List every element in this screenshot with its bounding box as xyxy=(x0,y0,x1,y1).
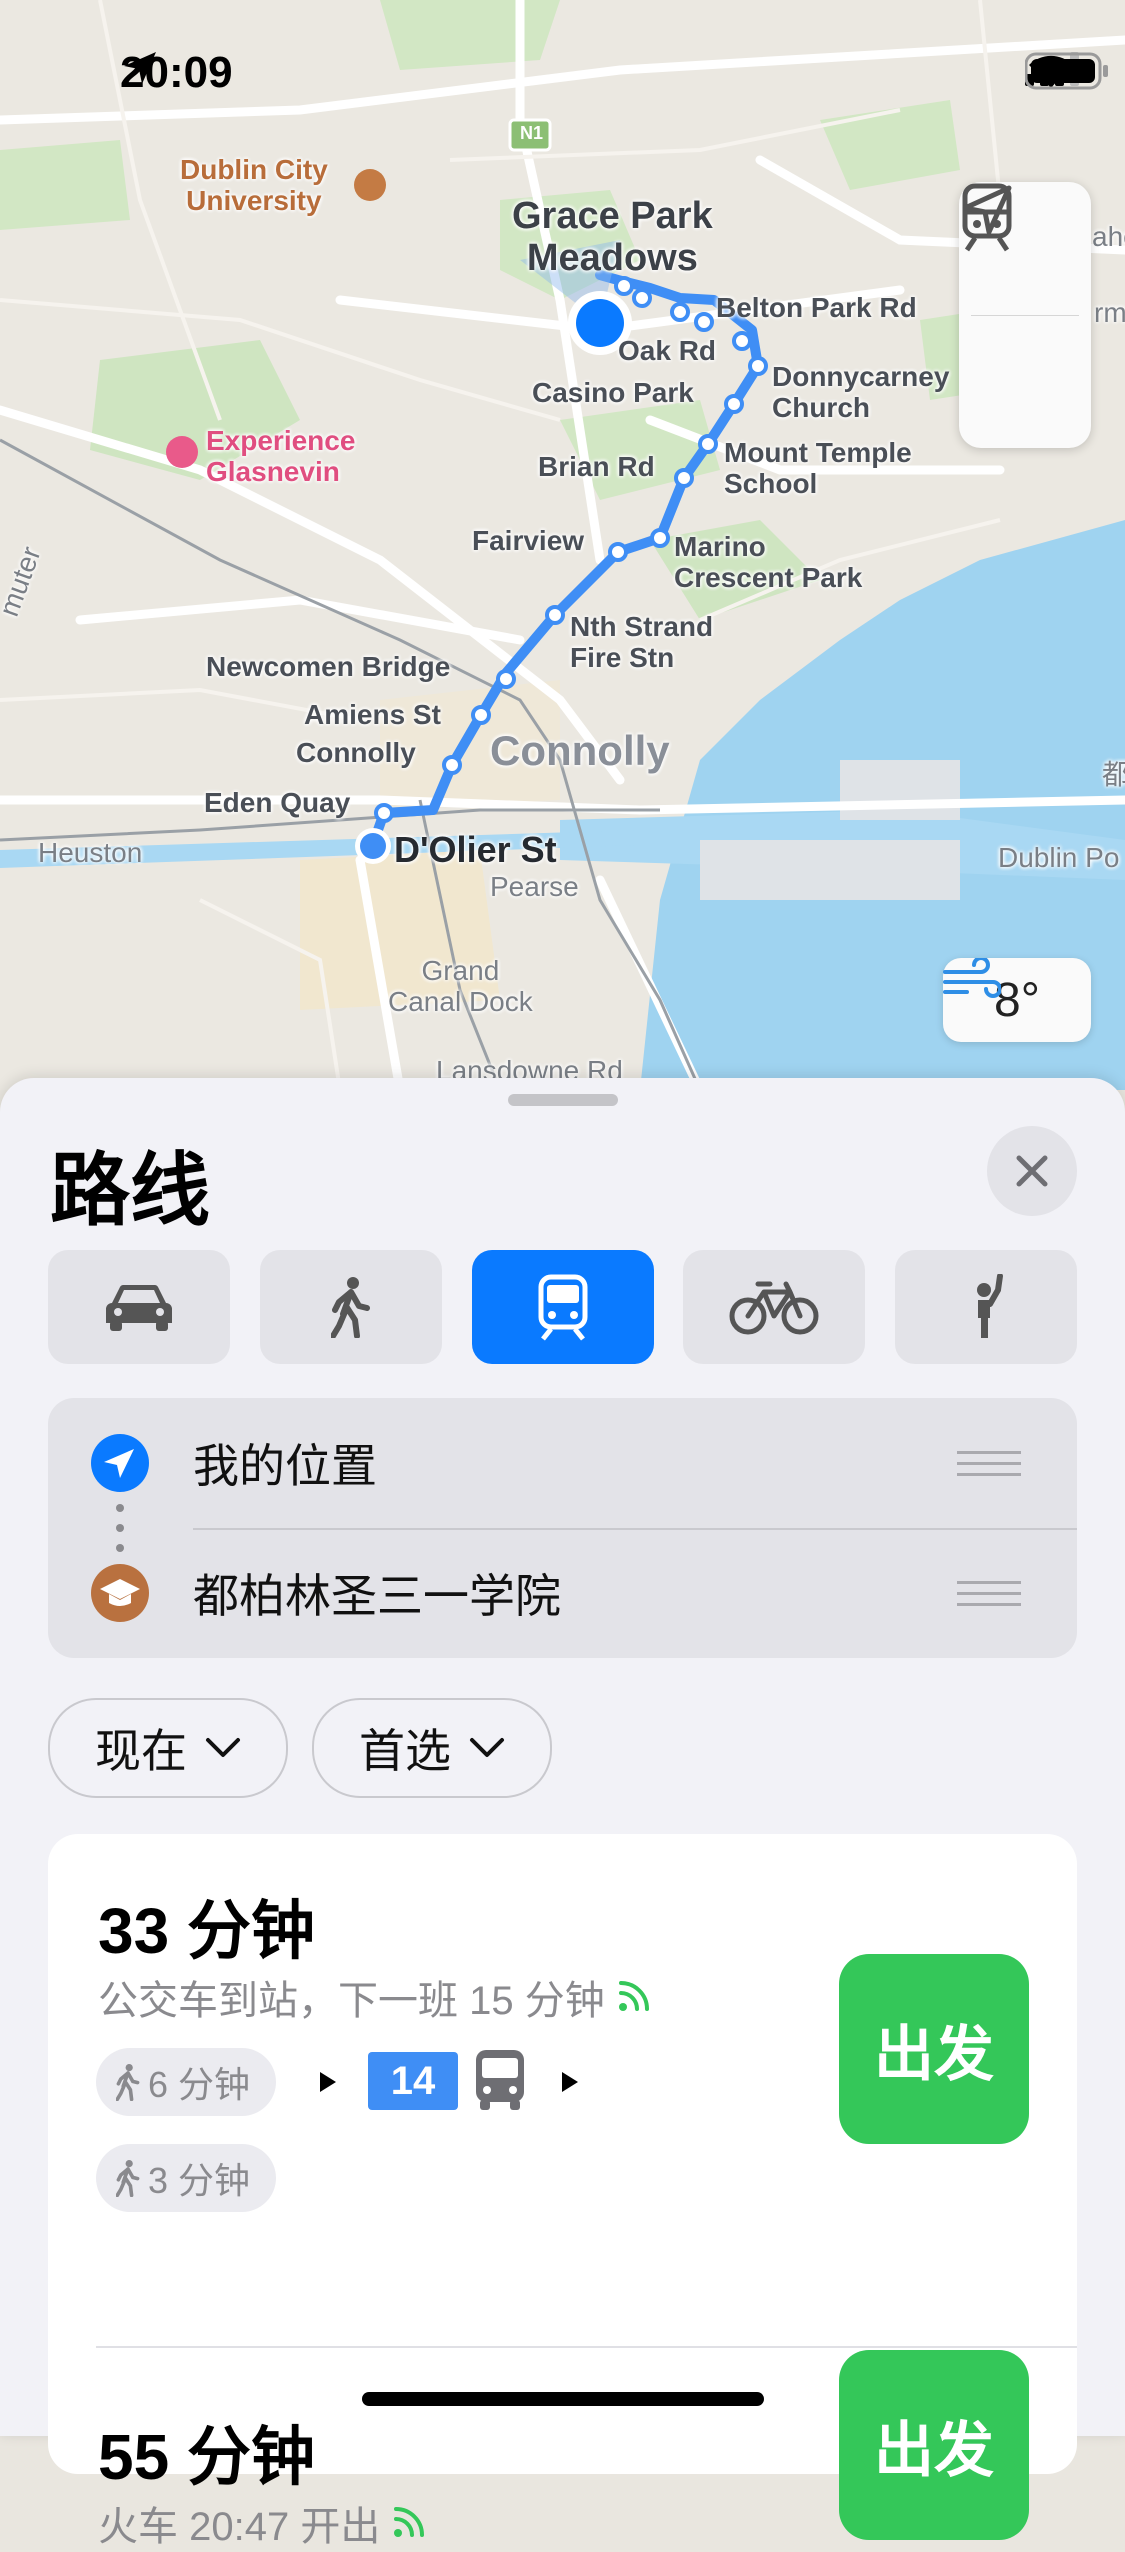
go-button[interactable]: 出发 xyxy=(839,1954,1029,2144)
map-label-newcomen-bridge: Newcomen Bridge xyxy=(206,651,451,682)
preferences-filter[interactable]: 首选 xyxy=(312,1698,552,1798)
map-controls xyxy=(959,182,1091,448)
bike-icon xyxy=(729,1281,819,1335)
route-subtitle-text: 火车 20:47 开出 xyxy=(98,2505,381,2549)
n1-shield-label: N1 xyxy=(520,123,544,143)
route-option-divider xyxy=(96,2346,1077,2348)
map-label-grace-park: Grace Park Meadows xyxy=(512,195,713,279)
depart-time-label: 现在 xyxy=(95,1725,187,1777)
map-label-dublin-port: Dublin Po xyxy=(998,842,1120,873)
route-endpoints: 我的位置 都柏林圣三一学院 xyxy=(48,1398,1077,1658)
wind-icon xyxy=(943,958,1001,998)
sheet-title: 路线 xyxy=(50,1146,210,1235)
bus-icon xyxy=(476,2050,524,2110)
origin-label: 我的位置 xyxy=(193,1440,377,1492)
go-button[interactable]: 出发 xyxy=(839,2350,1029,2540)
map-label-dublin-city-university[interactable]: Dublin City University xyxy=(180,154,328,217)
map-label-casino-park: Casino Park xyxy=(532,377,694,408)
home-indicator[interactable] xyxy=(362,2392,764,2406)
directions-sheet: 路线 我的位置 都柏林圣三一学院 现在 首选 33 分钟 公交车到站，下一班 1… xyxy=(0,1078,1125,2549)
battery-icon xyxy=(1025,52,1108,90)
map-label-connolly: Connolly xyxy=(490,727,670,774)
segment-arrow-icon xyxy=(320,2072,336,2092)
preferences-label: 首选 xyxy=(359,1725,451,1777)
transport-mode-selector xyxy=(48,1250,1077,1364)
map-label-oak-rd: Oak Rd xyxy=(618,335,717,366)
map-label-experience-glasnevin[interactable]: Experience Glasnevin xyxy=(206,425,355,488)
map-label-brian-rd: Brian Rd xyxy=(538,451,655,482)
map-label-heuston: Heuston xyxy=(38,837,143,868)
destination-label: 都柏林圣三一学院 xyxy=(193,1570,561,1622)
mode-walking-button[interactable] xyxy=(259,1250,442,1364)
depart-time-filter[interactable]: 现在 xyxy=(48,1698,288,1798)
transit-icon xyxy=(538,1274,587,1341)
mode-transit-button[interactable] xyxy=(471,1250,654,1364)
origin-row[interactable]: 我的位置 xyxy=(48,1398,1077,1528)
location-arrow-icon xyxy=(124,52,156,84)
map-label-amiens-st: Amiens St xyxy=(304,699,441,730)
mode-driving-button[interactable] xyxy=(48,1250,230,1364)
map-view[interactable]: N1 Dublin City University Grace Park Mea… xyxy=(0,0,1125,1090)
status-bar-time-group: 20:09 xyxy=(120,48,233,98)
map-locate-button[interactable] xyxy=(959,185,1091,449)
chevron-down-icon xyxy=(470,1738,504,1757)
map-label-belton-park: Belton Park Rd xyxy=(716,292,917,323)
destination-row[interactable]: 都柏林圣三一学院 xyxy=(48,1528,1077,1658)
walk-segment-pill: 3 分钟 xyxy=(96,2144,277,2212)
segment-arrow-icon xyxy=(562,2072,578,2092)
live-signal-icon xyxy=(394,2507,425,2537)
map-label-dolier-st: D'Olier St xyxy=(394,829,557,870)
map-label-fairview: Fairview xyxy=(472,525,585,556)
chevron-down-icon xyxy=(206,1738,240,1757)
bus-route-number: 14 xyxy=(368,2052,458,2110)
map-label-grand-canal-dock: Grand Canal Dock xyxy=(388,955,533,1017)
route-duration: 55 分钟 xyxy=(98,2421,315,2493)
weather-badge[interactable]: 8° xyxy=(943,958,1091,1042)
mode-cycling-button[interactable] xyxy=(683,1250,866,1364)
route-subtitle: 公交车到站，下一班 15 分钟 xyxy=(98,1968,655,2026)
map-label-donnycarney: Donnycarney Church xyxy=(772,361,950,423)
walk-duration: 6 分钟 xyxy=(148,2064,251,2105)
route-subtitle-text: 公交车到站，下一班 15 分钟 xyxy=(98,1979,605,2023)
current-location-icon xyxy=(91,1434,149,1492)
graduation-cap-icon xyxy=(91,1564,149,1622)
rideshare-icon xyxy=(977,1274,1003,1338)
map-label-pearse: Pearse xyxy=(490,871,579,902)
route-duration: 33 分钟 xyxy=(98,1895,315,1967)
mode-rideshare-button[interactable] xyxy=(895,1250,1077,1364)
map-label-edge-du: 都 xyxy=(1102,759,1125,790)
map-label-nth-strand: Nth Strand Fire Stn xyxy=(570,611,714,673)
car-icon xyxy=(106,1284,172,1331)
walk-icon xyxy=(116,2064,140,2101)
live-signal-icon xyxy=(618,1981,649,2011)
map-label-eden-quay: Eden Quay xyxy=(204,787,351,818)
map-label-edge-rm: rm xyxy=(1094,297,1125,328)
reorder-handle-icon[interactable] xyxy=(957,1573,1021,1614)
close-icon xyxy=(1016,1155,1048,1187)
sheet-grabber[interactable] xyxy=(508,1094,618,1106)
reorder-handle-icon[interactable] xyxy=(957,1443,1021,1484)
route-subtitle: 火车 20:47 开出 xyxy=(98,2494,430,2552)
route-options-list: 33 分钟 公交车到站，下一班 15 分钟 6 分钟 14 3 分钟 出发 55… xyxy=(48,1834,1077,2549)
walk-icon xyxy=(330,1277,370,1338)
map-label-edge-ahe: ahe xyxy=(1092,221,1125,252)
map-label-connolly-stop: Connolly xyxy=(296,737,416,768)
walk-icon xyxy=(116,2160,140,2197)
walk-duration: 3 分钟 xyxy=(148,2160,251,2201)
close-button[interactable] xyxy=(987,1126,1077,1216)
walk-segment-pill: 6 分钟 xyxy=(96,2048,277,2116)
map-label-marino: Marino Crescent Park xyxy=(674,531,863,593)
map-label-mount-temple: Mount Temple School xyxy=(724,437,912,499)
location-arrow-outline-icon xyxy=(962,185,1012,235)
